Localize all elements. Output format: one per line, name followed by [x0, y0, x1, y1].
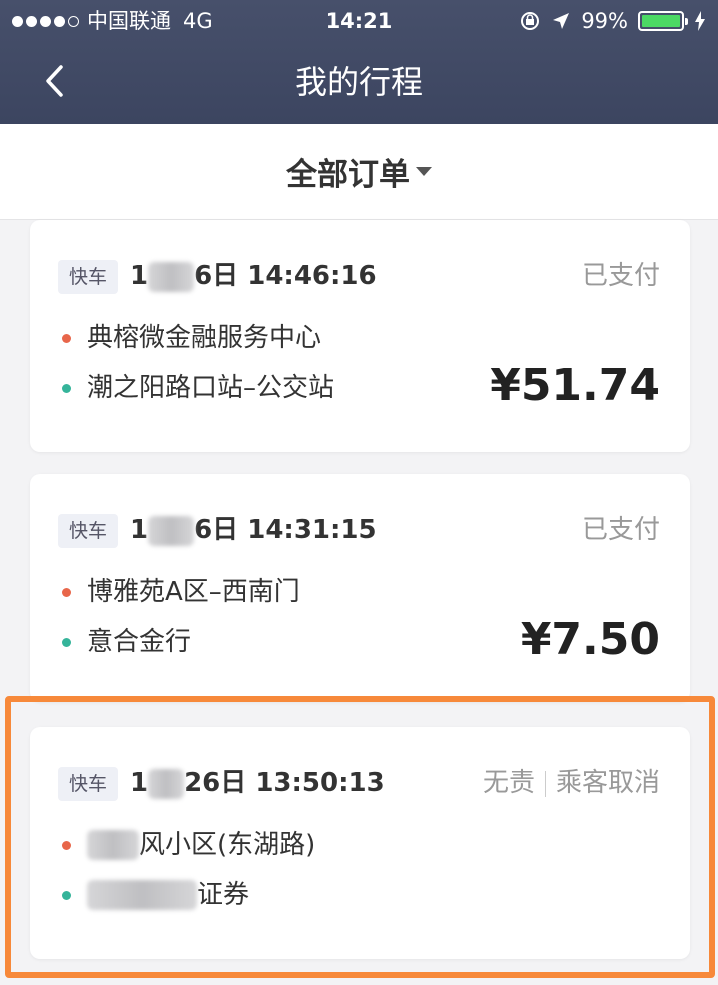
status-bar: 中国联通 4G 14:21 99% — [0, 0, 718, 42]
destination-address: 意合金行 — [87, 627, 192, 657]
battery-percent: 99% — [581, 9, 628, 33]
destination-dot-icon — [62, 383, 71, 393]
order-price: ¥51.74 — [490, 360, 660, 411]
order-card[interactable]: 快车 1 6日 14:31:15 已支付 博雅苑A区–西南门 意合金行 ¥7.50 — [30, 474, 690, 702]
destination-dot-icon — [62, 637, 71, 647]
redacted-blur — [148, 515, 195, 546]
origin-dot-icon — [62, 587, 71, 597]
trip-list-screen: 中国联通 4G 14:21 99% 我的行程 全部订单 快车 1 6日 14:4… — [0, 0, 718, 985]
battery-fill — [642, 15, 680, 27]
origin-dot-icon — [62, 333, 71, 343]
origin-address: 典榕微金融服务中心 — [87, 323, 322, 353]
redacted-blur — [148, 261, 195, 292]
order-card[interactable]: 快车 1 6日 14:46:16 已支付 典榕微金融服务中心 潮之阳路口站–公交站… — [30, 220, 690, 452]
order-datetime: 1 6日 14:46:16 — [130, 256, 377, 296]
date-time: 6日 14:46:16 — [194, 261, 377, 291]
nav-bar: 我的行程 — [0, 42, 718, 124]
date-prefix: 1 — [130, 515, 149, 545]
order-status: 已支付 — [581, 515, 660, 545]
filter-label[interactable]: 全部订单 — [286, 149, 410, 194]
highlight-box — [5, 696, 715, 978]
header: 中国联通 4G 14:21 99% 我的行程 — [0, 0, 718, 124]
ride-type-tag: 快车 — [58, 260, 118, 294]
order-status: 已支付 — [581, 261, 660, 291]
orientation-lock-icon — [521, 12, 540, 30]
origin-row: 博雅苑A区–西南门 — [62, 572, 300, 612]
ride-type-tag: 快车 — [58, 514, 118, 548]
page-title: 我的行程 — [294, 63, 423, 101]
order-price: ¥7.50 — [520, 614, 660, 665]
status-right: 99% — [519, 0, 706, 42]
date-prefix: 1 — [130, 261, 149, 291]
caret-down-icon[interactable] — [416, 167, 432, 176]
destination-address: 潮之阳路口站–公交站 — [87, 373, 335, 403]
order-filter-dropdown[interactable]: 全部订单 — [0, 124, 718, 220]
destination-row: 潮之阳路口站–公交站 — [62, 368, 334, 408]
location-arrow-icon — [553, 13, 570, 29]
charging-bolt-icon — [695, 11, 705, 31]
date-time: 6日 14:31:15 — [194, 515, 377, 545]
origin-row: 典榕微金融服务中心 — [62, 318, 321, 358]
origin-address: 博雅苑A区–西南门 — [87, 577, 300, 607]
battery-icon — [638, 11, 688, 31]
destination-row: 意合金行 — [62, 622, 191, 662]
order-datetime: 1 6日 14:31:15 — [130, 510, 377, 550]
